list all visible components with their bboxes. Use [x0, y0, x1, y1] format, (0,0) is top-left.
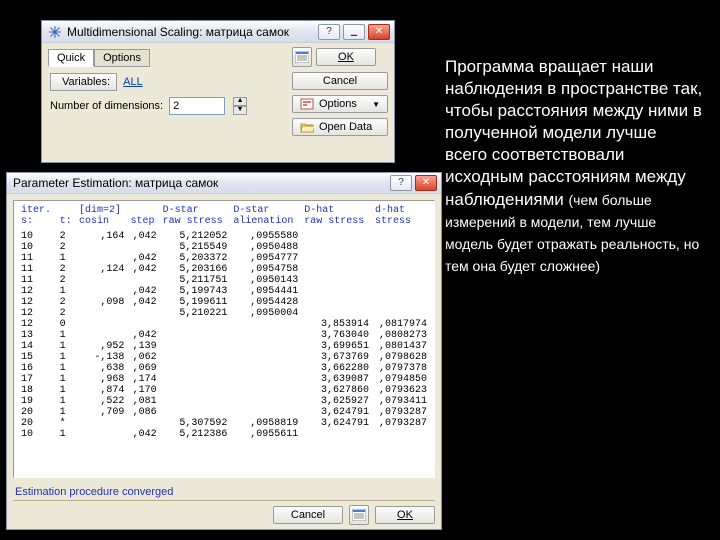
mds-title: Multidimensional Scaling: матрица самок [67, 25, 289, 39]
param-title: Parameter Estimation: матрица самок [13, 176, 218, 190]
close-button[interactable]: ✕ [368, 24, 390, 40]
table-row: 131,0423,763040,0808273 [18, 330, 430, 341]
variables-button[interactable]: Variables: [50, 73, 117, 91]
table-row: 111,0425,203372,0954777 [18, 253, 430, 264]
table-row: 112,124,0425,203166,0954758 [18, 264, 430, 275]
output-pane: iter. [dim=2] D-star D-star D-hat d-hat … [13, 200, 435, 478]
table-row: 201,709,0863,624791,0793287 [18, 407, 430, 418]
param-ok-button[interactable]: OK [375, 506, 435, 524]
step-down-icon[interactable]: ▼ [233, 106, 247, 115]
table-row: 20*5,307592,09588193,624791,0793287 [18, 418, 430, 429]
table-row: 121,0425,199743,0954441 [18, 286, 430, 297]
output-table: iter. [dim=2] D-star D-star D-hat d-hat … [18, 205, 430, 440]
mds-dialog: Multidimensional Scaling: матрица самок … [41, 20, 395, 163]
param-estimation-dialog: Parameter Estimation: матрица самок ? ✕ … [6, 172, 442, 530]
param-summary-icon-button[interactable] [349, 505, 369, 525]
param-help-button[interactable]: ? [390, 175, 412, 191]
summary-icon-button[interactable] [292, 47, 312, 67]
table-row: 161,638,0693,662280,0797378 [18, 363, 430, 374]
table-row: 151-,138,0623,673769,0798628 [18, 352, 430, 363]
help-button[interactable]: ? [318, 24, 340, 40]
mds-titlebar[interactable]: Multidimensional Scaling: матрица самок … [42, 21, 394, 43]
cancel-button[interactable]: Cancel [292, 72, 388, 90]
table-row: 101,0425,212386,0955611 [18, 429, 430, 440]
open-data-button[interactable]: Open Data [292, 118, 388, 136]
tab-quick[interactable]: Quick [48, 49, 94, 67]
param-close-button[interactable]: ✕ [415, 175, 437, 191]
table-row: 122,098,0425,199611,0954428 [18, 297, 430, 308]
table-row: 191,522,0813,625927,0793411 [18, 396, 430, 407]
step-up-icon[interactable]: ▲ [233, 97, 247, 106]
folder-open-icon [300, 121, 314, 133]
table-row: 102,164,0425,212052,0955580 [18, 231, 430, 242]
divider [13, 500, 435, 501]
table-row: 1203,853914,0817974 [18, 319, 430, 330]
status-text: Estimation procedure converged [7, 484, 441, 500]
numdim-input[interactable]: 2 [169, 97, 225, 115]
table-row: 171,968,1743,639087,0794850 [18, 374, 430, 385]
tab-options[interactable]: Options [94, 49, 150, 67]
table-row: 141,952,1393,699651,0801437 [18, 341, 430, 352]
table-row: 1025,215549,0950488 [18, 242, 430, 253]
table-row: 181,874,1703,627860,0793623 [18, 385, 430, 396]
ok-button[interactable]: OK [316, 48, 376, 66]
table-row: 1125,211751,0950143 [18, 275, 430, 286]
param-titlebar[interactable]: Parameter Estimation: матрица самок ? ✕ [7, 173, 441, 194]
numdim-stepper[interactable]: ▲ ▼ [233, 97, 247, 115]
param-cancel-button[interactable]: Cancel [273, 506, 343, 524]
options-icon [300, 98, 314, 110]
minimize-button[interactable]: ▁ [343, 24, 365, 40]
slide-text-main: Программа вращает наши наблюдения в прос… [445, 57, 702, 209]
table-row: 1225,210221,0950004 [18, 308, 430, 319]
numdim-label: Number of dimensions: [50, 100, 163, 112]
variables-value: ALL [123, 76, 143, 88]
options-button[interactable]: Options ▼ [292, 95, 388, 113]
variables-label: Variables: [62, 76, 110, 88]
slide-caption: Программа вращает наши наблюдения в прос… [445, 56, 703, 277]
app-icon [48, 25, 62, 39]
chevron-down-icon: ▼ [372, 100, 380, 109]
